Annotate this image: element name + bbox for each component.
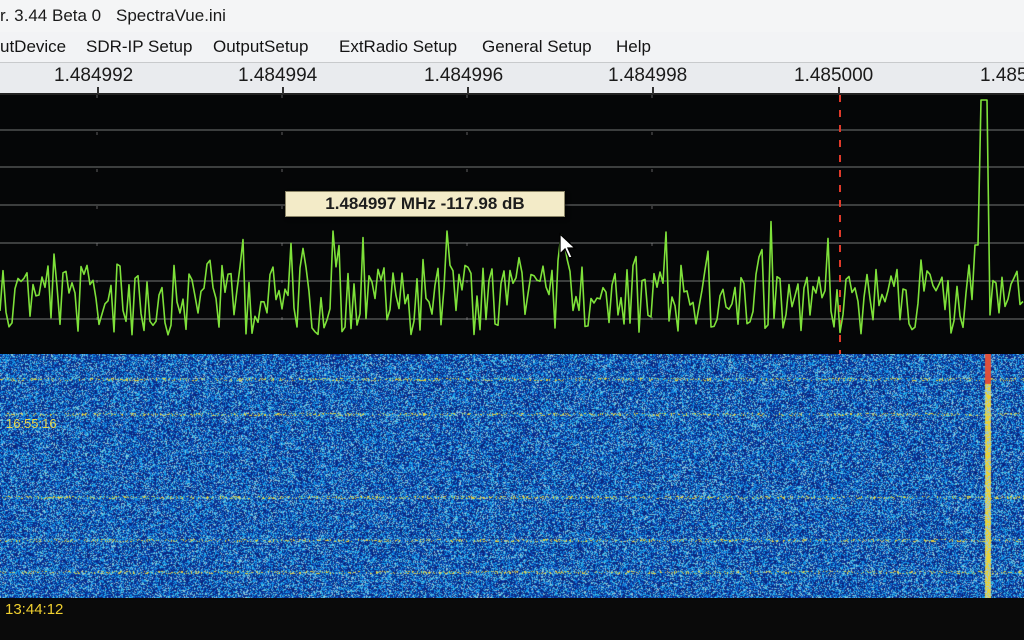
cursor-readout-tooltip: 1.484997 MHz -117.98 dB bbox=[285, 191, 565, 217]
waterfall-bottom-time: 13:44:12 bbox=[5, 601, 64, 618]
menu-general-setup[interactable]: General Setup bbox=[482, 32, 592, 62]
freq-tick bbox=[97, 87, 99, 94]
freq-tick bbox=[838, 87, 840, 94]
freq-label: 1.484992 bbox=[54, 65, 134, 86]
freq-label: 1.484996 bbox=[424, 65, 504, 86]
menu-output-setup[interactable]: OutputSetup bbox=[213, 32, 308, 62]
menu-sdr-ip-setup[interactable]: SDR-IP Setup bbox=[86, 32, 192, 62]
freq-tick bbox=[467, 87, 469, 94]
freq-tick bbox=[652, 87, 654, 94]
waterfall-display[interactable]: 16:55:16 bbox=[0, 354, 1024, 598]
mouse-pointer-icon bbox=[559, 232, 577, 259]
spectrum-display[interactable] bbox=[0, 95, 1024, 354]
freq-label: 1.484998 bbox=[608, 65, 688, 86]
app-version: r. 3.44 Beta 0 bbox=[0, 6, 102, 25]
spectrum-plot bbox=[0, 95, 1024, 354]
freq-label: 1.484994 bbox=[238, 65, 318, 86]
menu-extradio-setup[interactable]: ExtRadio Setup bbox=[339, 32, 457, 62]
frequency-ruler[interactable]: 1.484992 1.484994 1.484996 1.484998 1.48… bbox=[0, 63, 1024, 95]
menu-bar: utDevice SDR-IP Setup OutputSetup ExtRad… bbox=[0, 32, 1024, 63]
freq-label: 1.485 bbox=[980, 65, 1024, 86]
freq-tick bbox=[282, 87, 284, 94]
menu-input-device[interactable]: utDevice bbox=[0, 32, 66, 62]
status-bar: 13:44:12 bbox=[0, 598, 1024, 640]
waterfall-timestamp: 16:55:16 bbox=[6, 416, 57, 431]
spectrum-background bbox=[0, 95, 1024, 354]
freq-label: 1.485000 bbox=[794, 65, 874, 86]
config-file-name: SpectraVue.ini bbox=[116, 6, 226, 25]
waterfall-image bbox=[0, 354, 1024, 598]
menu-help[interactable]: Help bbox=[616, 32, 651, 62]
title-bar: r. 3.44 Beta 0 SpectraVue.ini bbox=[0, 0, 1024, 32]
